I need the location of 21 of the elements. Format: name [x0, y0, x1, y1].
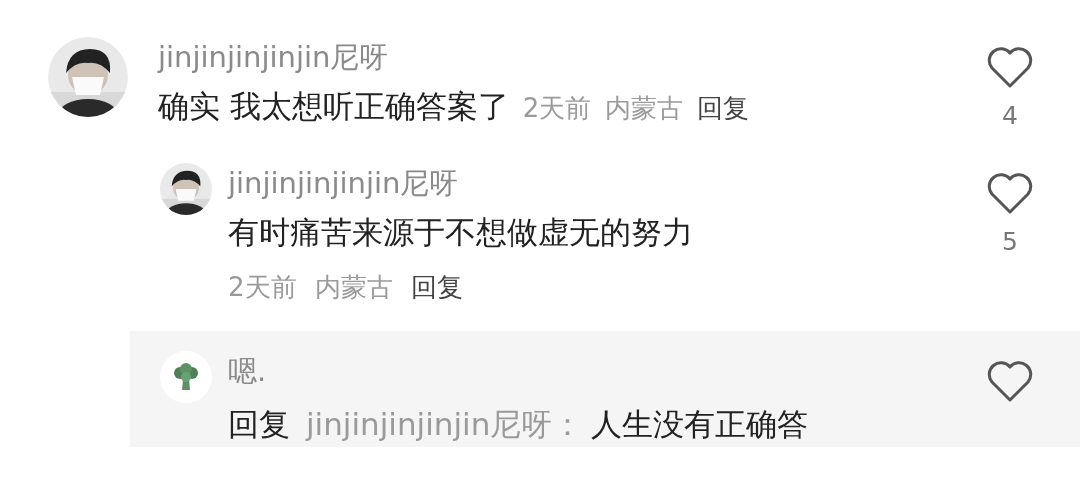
reply-label: 回复: [228, 405, 290, 444]
comment-location: 内蒙古: [605, 92, 684, 125]
comment-time: 2天前: [522, 92, 592, 125]
heart-icon[interactable]: [986, 171, 1034, 215]
comment-text: 确实 我太想听正确答案了: [158, 87, 509, 126]
heart-icon[interactable]: [986, 45, 1034, 89]
reply-link[interactable]: 回复: [697, 91, 750, 126]
comment-text: 有时痛苦来源于不想做虚无的努力: [228, 213, 694, 252]
broccoli-icon: [173, 363, 199, 391]
heart-icon[interactable]: [986, 359, 1034, 403]
username[interactable]: jinjinjinjinjin尼呀: [228, 163, 985, 203]
reply-link[interactable]: 回复: [410, 267, 463, 307]
comment-location: 内蒙古: [314, 271, 393, 304]
like-count: 4: [1002, 101, 1018, 131]
reply-target[interactable]: jinjinjinjinjin尼呀：: [306, 401, 584, 447]
username[interactable]: 嗯.: [228, 351, 985, 391]
avatar[interactable]: [160, 351, 212, 403]
like-count: 5: [1002, 227, 1018, 257]
comment-time: 2天前: [228, 271, 297, 304]
comment-text: 人生没有正确答: [591, 405, 809, 444]
username[interactable]: jinjinjinjinjin尼呀: [158, 37, 985, 77]
